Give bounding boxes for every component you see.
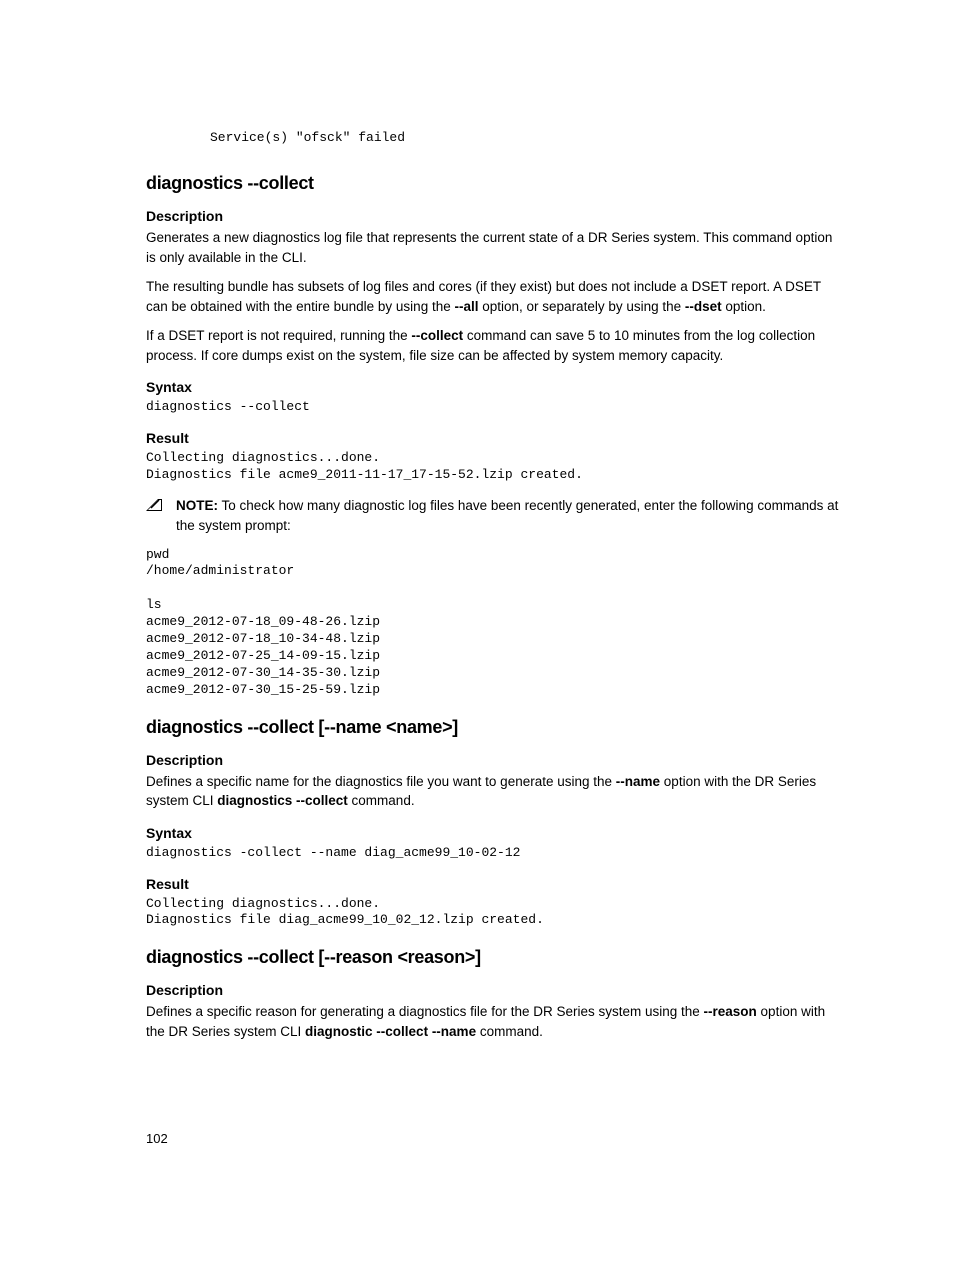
note-block: NOTE: To check how many diagnostic log f… xyxy=(146,496,840,537)
body-text: Defines a specific name for the diagnost… xyxy=(146,772,840,811)
note-label: NOTE: xyxy=(176,498,218,513)
note-text: NOTE: To check how many diagnostic log f… xyxy=(176,496,840,537)
result-code: Collecting diagnostics...done. Diagnosti… xyxy=(146,450,840,484)
description-heading: Description xyxy=(146,752,840,768)
result-heading: Result xyxy=(146,430,840,446)
syntax-code: diagnostics -collect --name diag_acme99_… xyxy=(146,845,840,862)
section-heading-collect-reason: diagnostics --collect [--reason <reason>… xyxy=(146,947,840,968)
cmd-diagnostic-collect-name: diagnostic --collect --name xyxy=(305,1024,476,1039)
note-body: To check how many diagnostic log files h… xyxy=(176,498,838,533)
text-fragment: command. xyxy=(476,1024,543,1039)
option-name: --name xyxy=(616,774,660,789)
body-text: Generates a new diagnostics log file tha… xyxy=(146,228,840,267)
text-fragment: option. xyxy=(722,299,766,314)
body-text: Defines a specific reason for generating… xyxy=(146,1002,840,1041)
text-fragment: Defines a specific reason for generating… xyxy=(146,1004,704,1019)
syntax-heading: Syntax xyxy=(146,825,840,841)
syntax-heading: Syntax xyxy=(146,379,840,395)
top-code-block: Service(s) "ofsck" failed xyxy=(210,130,840,145)
text-fragment: If a DSET report is not required, runnin… xyxy=(146,328,411,343)
option-dset: --dset xyxy=(685,299,722,314)
result-heading: Result xyxy=(146,876,840,892)
result-code: Collecting diagnostics...done. Diagnosti… xyxy=(146,896,840,930)
section-heading-collect: diagnostics --collect xyxy=(146,173,840,194)
option-collect: --collect xyxy=(411,328,463,343)
body-text: The resulting bundle has subsets of log … xyxy=(146,277,840,316)
syntax-code: diagnostics --collect xyxy=(146,399,840,416)
option-reason: --reason xyxy=(704,1004,757,1019)
text-fragment: Defines a specific name for the diagnost… xyxy=(146,774,616,789)
text-fragment: option, or separately by using the xyxy=(479,299,685,314)
cmd-diagnostics-collect: diagnostics --collect xyxy=(217,793,348,808)
option-all: --all xyxy=(454,299,478,314)
description-heading: Description xyxy=(146,982,840,998)
section-heading-collect-name: diagnostics --collect [--name <name>] xyxy=(146,717,840,738)
ls-code-block: pwd /home/administrator ls acme9_2012-07… xyxy=(146,547,840,699)
description-heading: Description xyxy=(146,208,840,224)
body-text: If a DSET report is not required, runnin… xyxy=(146,326,840,365)
text-fragment: command. xyxy=(348,793,415,808)
page-number: 102 xyxy=(146,1131,840,1146)
note-icon xyxy=(146,497,162,513)
